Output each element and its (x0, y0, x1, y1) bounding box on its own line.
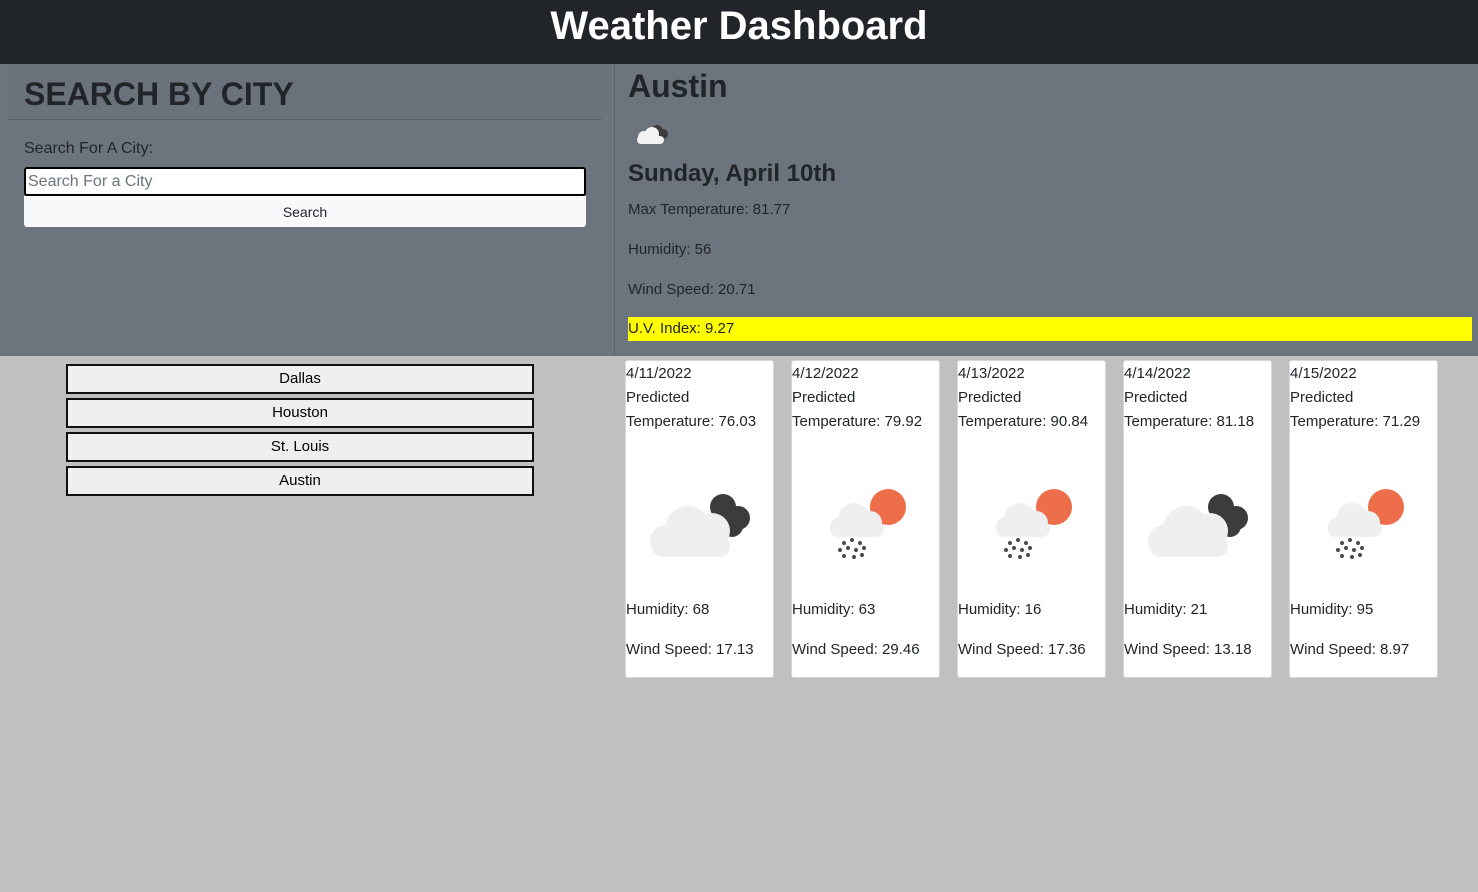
forecast-card: 4/12/2022 Predicted Temperature: 79.92 H… (791, 360, 940, 678)
history-button-st-louis[interactable]: St. Louis (66, 432, 534, 462)
forecast-temperature: Temperature: 90.84 (958, 413, 1089, 430)
current-humidity: Humidity: 56 (628, 241, 712, 258)
forecast-wind-speed: Wind Speed: 29.46 (792, 641, 920, 658)
app-header: Weather Dashboard (0, 0, 1478, 64)
forecast-wind-speed: Wind Speed: 8.97 (1290, 641, 1410, 658)
forecast-humidity: Humidity: 21 (1124, 601, 1208, 618)
forecast-predicted-label: Predicted (626, 389, 690, 406)
forecast-card: 4/13/2022 Predicted Temperature: 90.84 H… (957, 360, 1106, 678)
forecast-humidity: Humidity: 63 (792, 601, 876, 618)
forecast-wind-speed: Wind Speed: 17.13 (626, 641, 754, 658)
snow-sun-icon (1328, 489, 1404, 559)
history-button-austin[interactable]: Austin (66, 466, 534, 496)
forecast-wind-speed: Wind Speed: 13.18 (1124, 641, 1252, 658)
forecast-date: 4/15/2022 (1290, 365, 1357, 382)
forecast-card: 4/11/2022 Predicted Temperature: 76.03 H… (625, 360, 774, 678)
forecast-card: 4/15/2022 Predicted Temperature: 71.29 H… (1289, 360, 1438, 678)
forecast-humidity: Humidity: 16 (958, 601, 1042, 618)
forecast-humidity: Humidity: 95 (1290, 601, 1374, 618)
history-button-dallas[interactable]: Dallas (66, 364, 534, 394)
forecast-predicted-label: Predicted (1124, 389, 1188, 406)
forecast-date: 4/13/2022 (958, 365, 1025, 382)
current-date: Sunday, April 10th (628, 160, 837, 187)
cloudy-night-icon (650, 494, 750, 557)
search-label: Search For A City: (24, 140, 153, 157)
forecast-predicted-label: Predicted (1290, 389, 1354, 406)
forecast-date: 4/12/2022 (792, 365, 859, 382)
search-panel: SEARCH BY CITY Search For A City: Search (0, 64, 614, 356)
cloud-icon (637, 125, 668, 144)
search-button[interactable]: Search (24, 196, 586, 227)
history-button-houston[interactable]: Houston (66, 398, 534, 428)
forecast-predicted-label: Predicted (958, 389, 1022, 406)
forecast-humidity: Humidity: 68 (626, 601, 710, 618)
forecast-temperature: Temperature: 71.29 (1290, 413, 1421, 430)
page-title: Weather Dashboard (550, 4, 928, 48)
uv-index-badge: U.V. Index: 9.27 (628, 317, 1472, 341)
forecast-temperature: Temperature: 76.03 (626, 413, 757, 430)
forecast-card: 4/14/2022 Predicted Temperature: 81.18 H… (1123, 360, 1272, 678)
forecast-temperature: Temperature: 79.92 (792, 413, 923, 430)
forecast-date: 4/14/2022 (1124, 365, 1191, 382)
current-weather: Austin Sunday, April 10th Max Temperatur… (614, 64, 1478, 356)
cloudy-night-icon (1148, 494, 1248, 557)
forecast-wind-speed: Wind Speed: 17.36 (958, 641, 1086, 658)
search-history: Dallas Houston St. Louis Austin (66, 364, 534, 500)
search-input[interactable] (24, 167, 586, 196)
current-max-temp: Max Temperature: 81.77 (628, 201, 791, 218)
forecast-predicted-label: Predicted (792, 389, 856, 406)
snow-sun-icon (830, 489, 906, 559)
search-heading: SEARCH BY CITY (8, 64, 602, 120)
snow-sun-icon (996, 489, 1072, 559)
current-city: Austin (628, 68, 728, 104)
forecast-temperature: Temperature: 81.18 (1124, 413, 1255, 430)
forecast-date: 4/11/2022 (626, 365, 692, 382)
current-wind-speed: Wind Speed: 20.71 (628, 281, 756, 298)
